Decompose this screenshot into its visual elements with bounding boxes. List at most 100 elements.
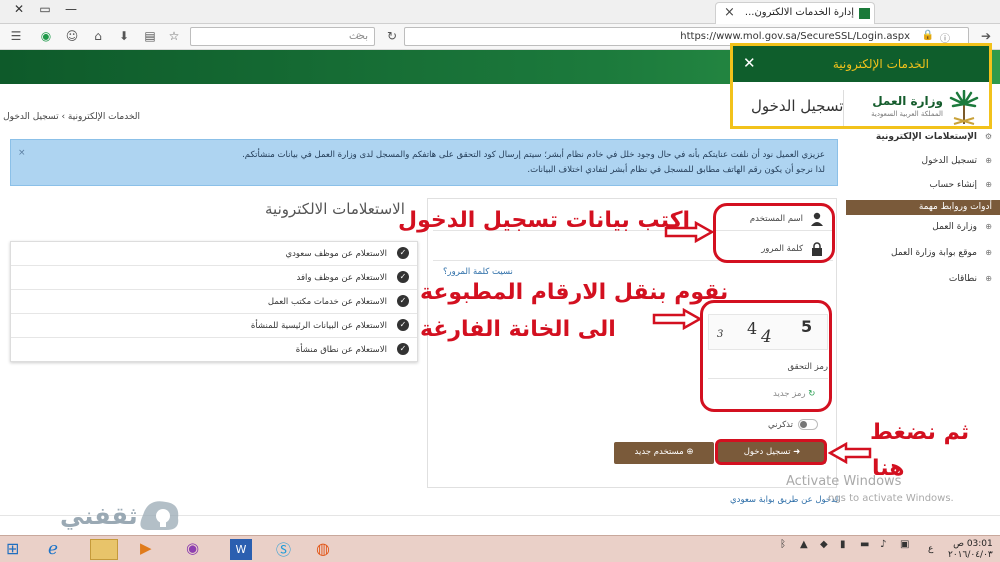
annotation-step3-line1: ثم نضغط bbox=[870, 420, 970, 445]
check-circle-icon: ✓ bbox=[397, 295, 409, 307]
key-icon: ⊕ bbox=[985, 156, 992, 165]
link-icon: ⊕ bbox=[985, 222, 992, 231]
annotation-step1: اكتب بيانات تسجيل الدخول bbox=[398, 208, 691, 233]
internet-explorer-icon[interactable]: ℯ bbox=[48, 539, 74, 560]
forgot-password-link[interactable]: نسيت كلمة المرور؟ bbox=[443, 267, 513, 277]
eservices-highlight-box: الخدمات الإلكترونية ✕ وزارة العمل المملك… bbox=[730, 43, 992, 129]
clock-time: 03:01 ص bbox=[953, 539, 993, 549]
screen: إدارة الخدمات الالكترون... × ✕ ▭ — ☰ ◉ ☺… bbox=[0, 0, 1000, 562]
file-explorer-icon[interactable] bbox=[90, 539, 118, 560]
annotation-arrow-1-icon bbox=[664, 221, 714, 243]
tray-icon[interactable]: ◆ bbox=[820, 539, 834, 560]
window-close-icon[interactable]: ✕ bbox=[10, 2, 28, 16]
alert-line-2: لذا نرجو أن يكون رقم الهاتف مطابق للمسجل… bbox=[527, 165, 825, 175]
bookmark-star-icon[interactable]: ☆ bbox=[166, 28, 182, 44]
brand-subtitle: المملكة العربية السعودية bbox=[871, 110, 943, 118]
network-icon[interactable]: ▮ bbox=[840, 539, 854, 560]
tab-close-icon[interactable]: × bbox=[724, 5, 735, 20]
annotation-step2-line1: نقوم بنقل الارقام المطبوعة bbox=[420, 280, 729, 305]
eservices-title-bar: الخدمات الإلكترونية ✕ bbox=[733, 46, 989, 82]
inquiries-list: ✓ الاستعلام عن موظف سعودي ✓ الاستعلام عن م… bbox=[10, 241, 418, 362]
remember-label: تذكرني bbox=[768, 420, 794, 430]
reload-icon[interactable]: ↻ bbox=[384, 28, 400, 44]
word-icon[interactable]: W bbox=[230, 539, 252, 560]
annotation-oval-login-button bbox=[715, 439, 827, 465]
feedback-icon[interactable]: ☺ bbox=[64, 28, 80, 44]
start-button-icon[interactable]: ⊞ bbox=[6, 539, 32, 560]
back-arrow-icon[interactable]: ➔ bbox=[978, 28, 994, 44]
inquiry-item[interactable]: ✓ الاستعلام عن نطاق منشأة bbox=[11, 338, 417, 362]
bluetooth-icon[interactable]: ᛒ bbox=[780, 539, 794, 560]
sidebar-item-ministry[interactable]: ⊕وزارة العمل bbox=[932, 222, 992, 232]
inquiry-item[interactable]: ✓ الاستعلام عن خدمات مكتب العمل bbox=[11, 290, 417, 314]
plus-circle-icon: ⊕ bbox=[686, 447, 694, 457]
inquiry-item[interactable]: ✓ الاستعلام عن البيانات الرئيسية للمنشأة bbox=[11, 314, 417, 338]
alert-close-icon[interactable]: × bbox=[18, 146, 26, 161]
check-circle-icon: ✓ bbox=[397, 247, 409, 259]
page-title: تسجيل الدخول bbox=[751, 97, 844, 115]
gear-icon: ⚙ bbox=[984, 132, 992, 141]
absher-login-link[interactable]: الدخول عن طريق بوابة سعودي bbox=[730, 495, 841, 505]
link-icon: ⊕ bbox=[985, 274, 992, 283]
window-minimize-icon[interactable]: — bbox=[62, 2, 80, 16]
language-indicator[interactable]: ع bbox=[928, 544, 933, 555]
activate-windows-subtitle: ngs to activate Windows. bbox=[828, 493, 954, 504]
inquiry-item[interactable]: ✓ الاستعلام عن موظف وافد bbox=[11, 266, 417, 290]
url-text: https://www.mol.gov.sa/SecureSSL/Login.a… bbox=[680, 31, 910, 42]
site-watermark-text: ثقفني bbox=[60, 502, 138, 530]
browser-tab[interactable]: إدارة الخدمات الالكترون... × bbox=[715, 2, 875, 24]
remember-toggle[interactable] bbox=[798, 419, 818, 430]
browser-tabbar: إدارة الخدمات الالكترون... × ✕ ▭ — bbox=[0, 0, 1000, 24]
annotation-oval-credentials bbox=[713, 203, 835, 263]
skype-icon[interactable]: Ⓢ bbox=[276, 539, 302, 560]
tray-icon[interactable]: ▬ bbox=[860, 539, 874, 560]
palm-logo-icon bbox=[949, 90, 979, 125]
extension-icon[interactable]: ◉ bbox=[38, 28, 54, 44]
new-user-button[interactable]: ⊕ مستخدم جديد bbox=[614, 442, 714, 464]
inquiry-item[interactable]: ✓ الاستعلام عن موظف سعودي bbox=[11, 242, 417, 266]
annotation-oval-captcha bbox=[700, 300, 832, 412]
breadcrumb[interactable]: الخدمات الإلكترونية › تسجيل الدخول ⌂ bbox=[3, 112, 140, 122]
clock[interactable]: 03:01 ص ٢٠١٦/٠٤/٠٣ bbox=[948, 539, 993, 561]
sidebar-item-login[interactable]: ⊕تسجيل الدخول bbox=[922, 156, 992, 166]
tray-icon[interactable]: ▲ bbox=[800, 539, 814, 560]
toggle-knob bbox=[800, 421, 807, 428]
check-circle-icon: ✓ bbox=[397, 319, 409, 331]
brand-name: وزارة العمل bbox=[872, 94, 943, 108]
check-circle-icon: ✓ bbox=[397, 343, 409, 355]
link-icon: ⊕ bbox=[985, 248, 992, 257]
app-icon[interactable]: ◉ bbox=[186, 539, 212, 560]
windows-taskbar: ⊞ ℯ ▶ ◉ W Ⓢ ◍ ᛒ ▲ ◆ ▮ ▬ ♪ ▣ ع 03:01 ص ٢٠… bbox=[0, 535, 1000, 562]
home-icon[interactable]: ⌂ bbox=[90, 28, 106, 44]
clock-date: ٢٠١٦/٠٤/٠٣ bbox=[948, 550, 993, 560]
firefox-icon[interactable]: ◍ bbox=[316, 539, 342, 560]
lock-icon[interactable]: 🔒 bbox=[922, 30, 934, 41]
sidebar-item-portal[interactable]: ⊕موقع بوابة وزارة العمل bbox=[891, 248, 992, 258]
sidebar: ⚙الإستعلامات الإلكترونية ⊕تسجيل الدخول ⊕… bbox=[846, 128, 1000, 298]
breadcrumb-text: الخدمات الإلكترونية › تسجيل الدخول bbox=[3, 112, 140, 122]
annotation-arrow-3-icon bbox=[828, 442, 872, 464]
site-favicon-icon bbox=[859, 8, 870, 19]
media-player-icon[interactable]: ▶ bbox=[140, 539, 166, 560]
download-icon[interactable]: ⬇ bbox=[116, 28, 132, 44]
eservices-title: الخدمات الإلكترونية bbox=[832, 57, 929, 71]
search-input[interactable]: بحث ⌕ bbox=[190, 27, 375, 46]
user-plus-icon: ⊕ bbox=[985, 180, 992, 189]
info-alert: عزيزي العميل نود أن نلفت عنايتكم بأنه في… bbox=[10, 139, 838, 186]
library-icon[interactable]: ▤ bbox=[142, 28, 158, 44]
sidebar-item-create-account[interactable]: ⊕إنشاء حساب bbox=[929, 180, 992, 190]
sidebar-item-nitaqat[interactable]: ⊕نطاقات bbox=[949, 274, 992, 284]
volume-icon[interactable]: ♪ bbox=[880, 539, 894, 560]
inquiries-title: الاستعلامات الالكترونية bbox=[265, 200, 405, 218]
ministry-logo[interactable]: وزارة العمل المملكة العربية السعودية bbox=[849, 90, 979, 128]
sidebar-section-tools: أدوات وروابط مهمة bbox=[846, 200, 1000, 215]
check-circle-icon: ✓ bbox=[397, 271, 409, 283]
close-icon[interactable]: ✕ bbox=[743, 54, 756, 72]
notification-icon[interactable]: ▣ bbox=[900, 539, 914, 560]
search-icon: ⌕ bbox=[356, 30, 362, 41]
alert-line-1: عزيزي العميل نود أن نلفت عنايتكم بأنه في… bbox=[242, 150, 825, 160]
sidebar-section-inquiries[interactable]: ⚙الإستعلامات الإلكترونية bbox=[876, 132, 992, 142]
annotation-step2-line2: الى الخانة الفارغة bbox=[420, 317, 616, 342]
menu-icon[interactable]: ☰ bbox=[8, 28, 24, 44]
window-maximize-icon[interactable]: ▭ bbox=[36, 2, 54, 16]
